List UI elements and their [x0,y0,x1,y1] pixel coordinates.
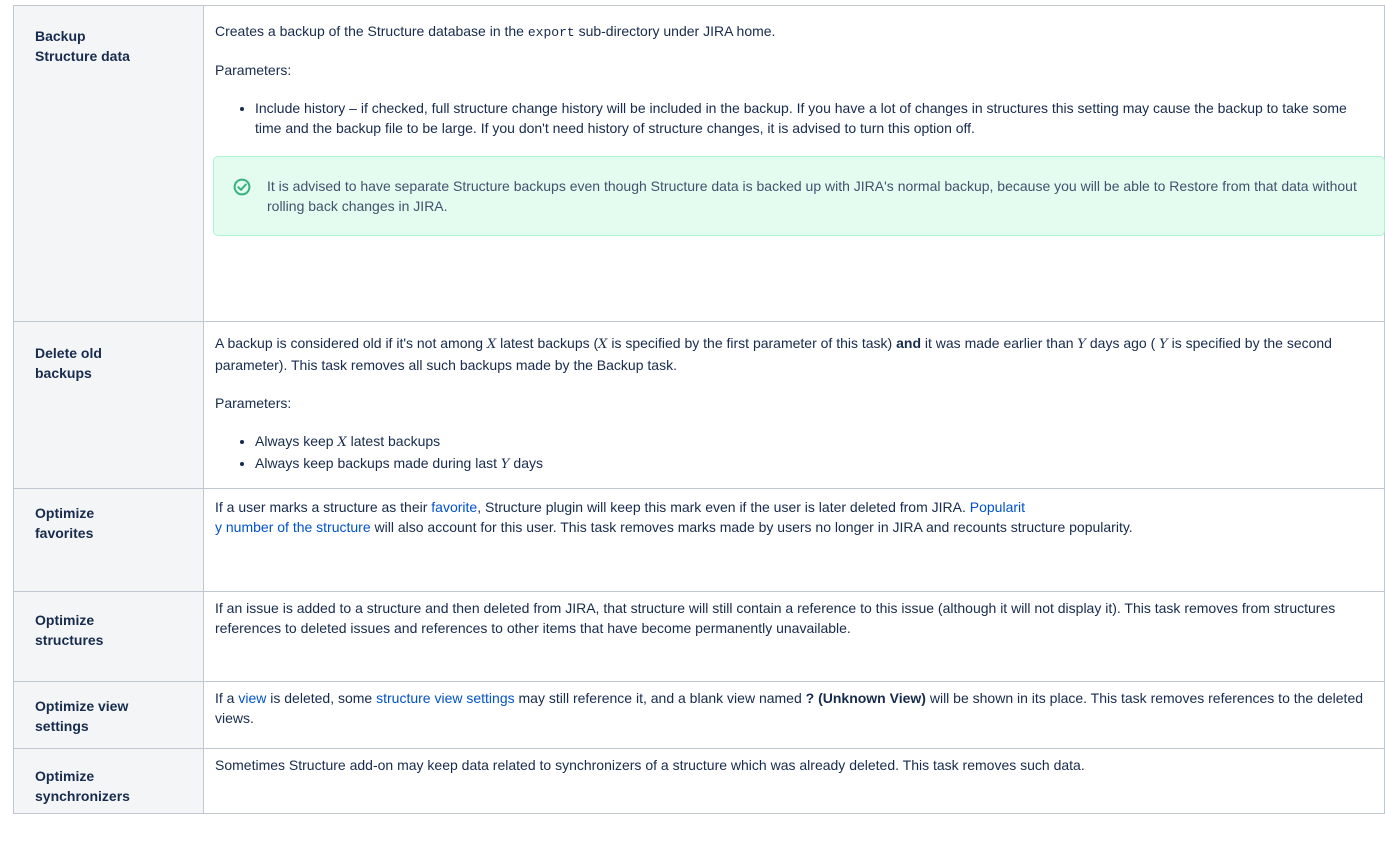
task-description-cell: If a user marks a structure as their fav… [203,488,1385,592]
task-name: Optimize synchronizers [35,768,130,804]
parameter-list: Always keep X latest backups Always keep… [215,431,1374,475]
code-export: export [527,25,575,40]
task-name: Backup Structure data [35,28,130,64]
table-row: Optimize synchronizers Sometimes Structur… [13,748,1385,814]
structure-view-settings-link[interactable]: structure view settings [376,690,515,706]
task-description-cell: Sometimes Structure add-on may keep data… [203,748,1385,814]
table-row: Optimize structures If an issue is added … [13,591,1385,682]
table-row: Optimize favorites If a user marks a stru… [13,488,1385,592]
parameters-label: Parameters: [215,395,292,411]
table-row: Optimize view settings If a view is delet… [13,681,1385,749]
task-name-cell: Optimize favorites [13,488,204,592]
task-name-cell: Optimize synchronizers [13,748,204,814]
list-item: Always keep X latest backups [255,431,1374,453]
task-name: Optimize view settings [35,698,129,734]
task-name-cell: Optimize view settings [13,681,204,749]
task-name-cell: Delete old backups [13,321,204,489]
parameter-list: Include history – if checked, full struc… [215,98,1374,138]
success-tip-panel: It is advised to have separate Structure… [213,156,1385,236]
tip-text: It is advised to have separate Structure… [267,178,1357,214]
task-description-cell: A backup is considered old if it's not a… [203,321,1385,489]
table-row: Backup Structure data Creates a backup of… [13,5,1385,322]
task-description: A backup is considered old if it's not a… [215,335,1332,373]
task-description: Creates a backup of the Structure databa… [215,23,776,40]
task-name: Delete old backups [35,345,102,381]
task-name: Optimize favorites [35,505,95,541]
task-name: Optimize structures [35,612,104,648]
check-circle-icon [233,178,251,196]
task-name-cell: Optimize structures [13,591,204,682]
task-description: If a user marks a structure as their fav… [215,499,1133,535]
list-item: Include history – if checked, full struc… [255,98,1374,138]
list-item: Always keep backups made during last Y d… [255,453,1374,475]
task-description-cell: If a view is deleted, some structure vie… [203,681,1385,749]
task-description-cell: Creates a backup of the Structure databa… [203,5,1385,322]
tasks-table: Backup Structure data Creates a backup of… [13,5,1385,814]
view-link[interactable]: view [238,690,266,706]
favorite-link[interactable]: favorite [431,499,477,515]
task-description: If an issue is added to a structure and … [215,600,1336,636]
task-name-cell: Backup Structure data [13,5,204,322]
task-description: Sometimes Structure add-on may keep data… [215,757,1085,773]
task-description: If a view is deleted, some structure vie… [215,690,1364,726]
table-row: Delete old backups A backup is considered… [13,321,1385,489]
parameters-label: Parameters: [215,62,292,78]
task-description-cell: If an issue is added to a structure and … [203,591,1385,682]
